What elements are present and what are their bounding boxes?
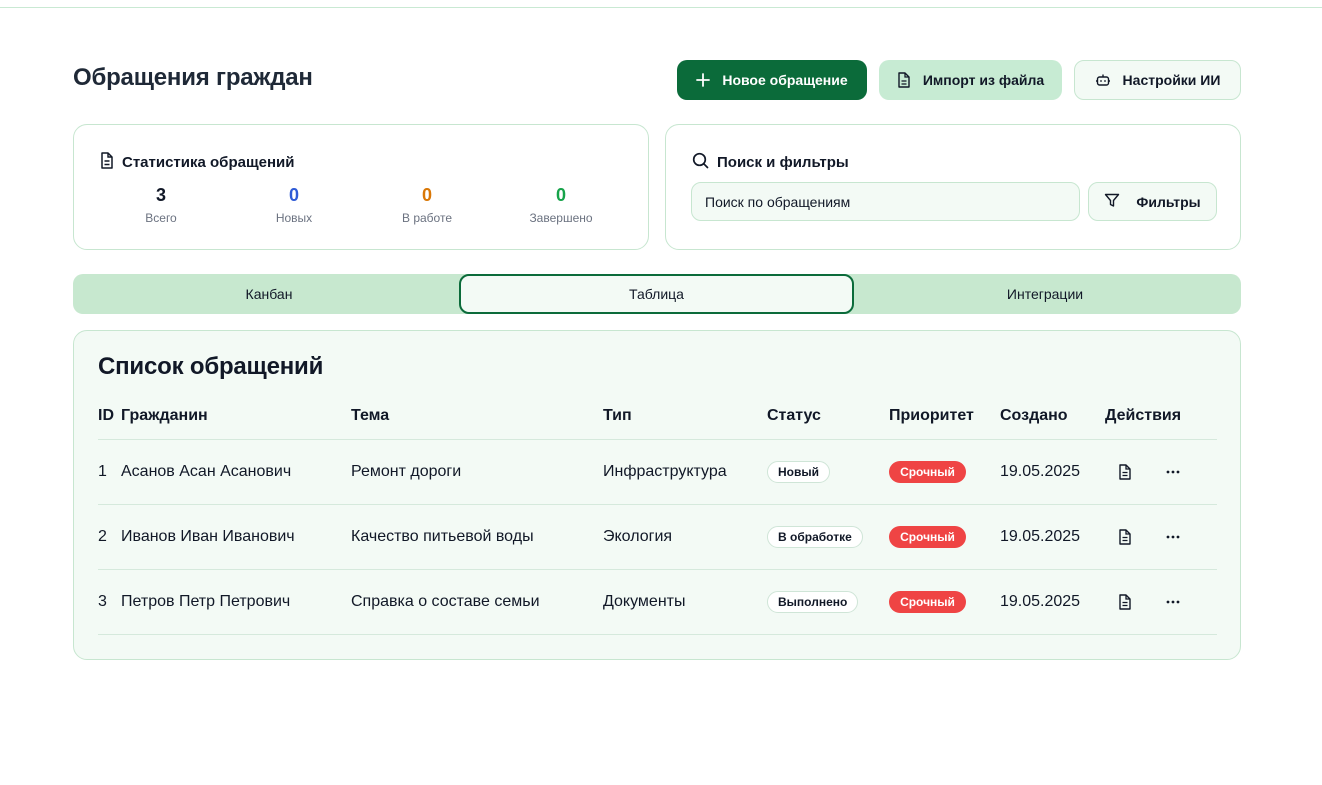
row-divider (98, 634, 1217, 635)
stat-in-progress: 0 В работе (367, 185, 487, 225)
stat-new-value: 0 (288, 185, 299, 205)
col-header-id: ID (98, 407, 114, 424)
cell-citizen: Иванов Иван Иванович (121, 528, 295, 545)
stat-done-label: Завершено (529, 211, 593, 225)
stat-new-label: Новых (275, 211, 313, 225)
search-title-text: Поиск и фильтры (717, 154, 849, 171)
table-title: Список обращений (98, 353, 324, 380)
bot-icon (1095, 73, 1111, 87)
more-horizontal-icon[interactable] (1163, 462, 1183, 482)
tab-table[interactable]: Таблица (459, 274, 854, 314)
file-text-icon[interactable] (1115, 527, 1135, 547)
ai-settings-button[interactable]: Настройки ИИ (1074, 60, 1241, 100)
import-file-label: Импорт из файла (922, 72, 1045, 88)
stat-new: 0 Новых (234, 185, 354, 225)
cell-id: 2 (98, 528, 107, 545)
new-appeal-button[interactable]: Новое обращение (677, 60, 867, 100)
col-header-priority: Приоритет (889, 407, 974, 424)
more-horizontal-icon[interactable] (1163, 592, 1183, 612)
cell-citizen: Асанов Асан Асанович (121, 463, 292, 480)
filters-button[interactable]: Фильтры (1088, 182, 1217, 221)
cell-type: Инфраструктура (603, 463, 727, 480)
priority-badge: Срочный (889, 591, 966, 613)
stat-done-value: 0 (555, 185, 566, 205)
stat-total: 3 Всего (101, 185, 221, 225)
cell-type: Документы (603, 593, 686, 610)
cell-created: 19.05.2025 (1000, 463, 1081, 480)
col-header-citizen: Гражданин (121, 407, 208, 424)
new-appeal-label: Новое обращение (722, 72, 848, 88)
stat-total-label: Всего (145, 211, 177, 225)
col-header-status: Статус (767, 407, 821, 424)
search-card: Поиск и фильтры Поиск по обращениям Филь… (665, 124, 1241, 250)
top-divider (0, 0, 1322, 8)
status-badge: В обработке (767, 526, 863, 548)
filter-icon (1104, 193, 1120, 211)
stat-done: 0 Завершено (501, 185, 621, 225)
cell-id: 1 (98, 463, 107, 480)
page-title: Обращения граждан (73, 64, 313, 91)
col-header-created: Создано (1000, 407, 1068, 424)
ai-settings-label: Настройки ИИ (1122, 72, 1221, 88)
plus-icon (696, 73, 711, 87)
col-header-topic: Тема (351, 407, 390, 424)
search-icon (692, 152, 709, 173)
cell-topic: Ремонт дороги (351, 463, 462, 480)
table-row[interactable]: 2 Иванов Иван Иванович Качество питьевой… (74, 505, 1242, 570)
file-icon (897, 72, 911, 88)
cell-type: Экология (603, 528, 673, 545)
col-header-actions: Действия (1105, 407, 1182, 424)
priority-badge: Срочный (889, 526, 966, 548)
stats-card-title: Статистика обращений (100, 152, 294, 173)
col-header-type: Тип (603, 407, 632, 424)
cell-created: 19.05.2025 (1000, 593, 1081, 610)
more-horizontal-icon[interactable] (1163, 527, 1183, 547)
status-badge: Новый (767, 461, 830, 483)
tab-integrations[interactable]: Интеграции (849, 274, 1241, 314)
tab-kanban[interactable]: Канбан (73, 274, 465, 314)
status-badge: Выполнено (767, 591, 859, 613)
appeals-table-panel: Список обращений ID Гражданин Тема Тип С… (73, 330, 1241, 660)
cell-created: 19.05.2025 (1000, 528, 1081, 545)
file-text-icon[interactable] (1115, 592, 1135, 612)
cell-topic: Качество питьевой воды (351, 528, 534, 545)
file-text-icon[interactable] (1115, 462, 1135, 482)
import-file-button[interactable]: Импорт из файла (879, 60, 1062, 100)
search-input[interactable]: Поиск по обращениям (691, 182, 1080, 221)
filters-label: Фильтры (1136, 193, 1201, 210)
stat-in-progress-value: 0 (421, 185, 432, 205)
view-tabs: Канбан Интеграции Таблица (73, 274, 1241, 314)
search-card-title: Поиск и фильтры (692, 152, 849, 173)
table-row[interactable]: 1 Асанов Асан Асанович Ремонт дороги Инф… (74, 440, 1242, 505)
stats-title-text: Статистика обращений (122, 154, 295, 171)
table-row[interactable]: 3 Петров Петр Петрович Справка о составе… (74, 570, 1242, 635)
priority-badge: Срочный (889, 461, 966, 483)
cell-citizen: Петров Петр Петрович (121, 593, 291, 610)
stat-total-value: 3 (155, 185, 166, 205)
cell-topic: Справка о составе семьи (351, 593, 540, 610)
cell-id: 3 (98, 593, 107, 610)
stats-card: Статистика обращений 3 Всего 0 Новых 0 В… (73, 124, 649, 250)
stat-in-progress-label: В работе (401, 211, 452, 225)
file-text-icon (100, 152, 114, 173)
